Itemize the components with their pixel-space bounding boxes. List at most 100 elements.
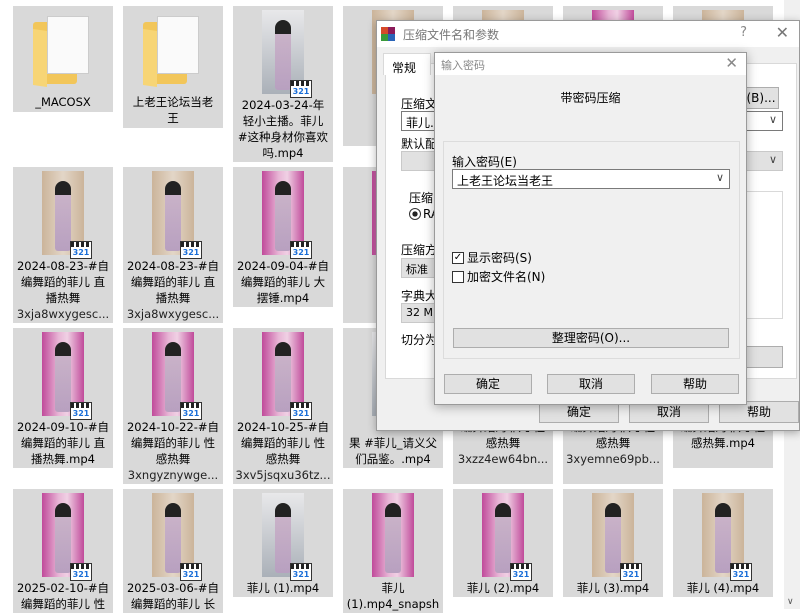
video-thumbnail: 321 xyxy=(262,332,312,420)
video-file-item[interactable]: 321 2025-02-10-#自 编舞蹈的菲儿 性 xyxy=(13,489,113,613)
password-help-button[interactable]: 帮助 xyxy=(651,374,739,394)
file-name-line: 菲儿 (3).mp4 xyxy=(576,581,650,595)
file-name-line: 2024-09-10-#自 xyxy=(16,420,110,434)
encrypt-filenames-label: 加密文件名(N) xyxy=(467,270,546,284)
dictionary-label: 字典大 xyxy=(401,289,438,303)
file-name-line: 上老王论坛当老 xyxy=(132,95,214,109)
file-name-line: 编舞蹈的菲儿 性 xyxy=(240,436,326,450)
file-name-line: 播热舞 xyxy=(155,291,191,305)
video-thumbnail: 321 xyxy=(152,171,202,259)
file-name-line: 轻小主播。菲儿 xyxy=(242,114,324,128)
file-name-line: 感热舞 xyxy=(485,436,521,450)
video-thumbnail: 321 xyxy=(702,493,752,581)
video-file-item[interactable]: 321 菲儿 (1).mp4 xyxy=(233,489,333,597)
file-name-line: _MACOSX xyxy=(35,95,91,109)
split-label: 切分为 xyxy=(401,333,438,347)
video-file-item[interactable]: 321 菲儿 (3).mp4 xyxy=(563,489,663,597)
close-icon[interactable]: ✕ xyxy=(725,54,738,72)
video-thumbnail: 321 xyxy=(262,493,312,581)
password-input[interactable]: 上老王论坛当老王 ∨ xyxy=(452,169,730,189)
file-name-line: 菲儿 xyxy=(381,581,405,595)
password-label: 输入密码(E) xyxy=(452,155,517,169)
folder-icon xyxy=(33,16,93,87)
video-file-item[interactable]: 321 2024-08-23-#自 编舞蹈的菲儿 直播热舞 3xja8wxygesc.… xyxy=(13,167,113,323)
encrypt-filenames-checkbox[interactable]: 加密文件名(N) xyxy=(452,268,545,285)
file-name-line: 2024-08-23-#自 xyxy=(126,259,220,273)
scroll-down-arrow[interactable]: ∨ xyxy=(787,597,794,607)
video-file-item[interactable]: 321 2024-10-25-#自 编舞蹈的菲儿 性感热舞 3xv5jsqxu36tz… xyxy=(233,328,333,484)
format-label: 压缩 xyxy=(409,191,434,205)
media-player-icon: 321 xyxy=(510,563,532,581)
password-cancel-button[interactable]: 取消 xyxy=(547,374,635,394)
file-name-line: 编舞蹈的菲儿 直 xyxy=(20,275,106,289)
file-name-line: 2024-08-23-#自 xyxy=(16,259,110,273)
media-player-icon: 321 xyxy=(70,563,92,581)
video-file-item[interactable]: 321 2024-03-24-年 轻小主播。菲儿 #这种身材你喜欢 吗.mp4 xyxy=(233,6,333,162)
media-player-icon: 321 xyxy=(180,563,202,581)
video-thumbnail: 321 xyxy=(152,493,202,581)
password-ok-button[interactable]: 确定 xyxy=(444,374,532,394)
folder-item[interactable]: _MACOSX xyxy=(13,6,113,112)
video-thumbnail: 321 xyxy=(152,332,202,420)
media-player-icon: 321 xyxy=(70,241,92,259)
folder-item[interactable]: 上老王论坛当老王 xyxy=(123,6,223,128)
file-name-line: 感热舞 xyxy=(595,436,631,450)
file-name-line: 2024-09-04-#自 xyxy=(236,259,330,273)
file-name-suffix: 3xzz4ew64bn... xyxy=(457,452,549,466)
video-file-item[interactable]: 321 菲儿 (4).mp4 xyxy=(673,489,773,597)
tab-general[interactable]: 常规 xyxy=(383,53,431,75)
file-name-suffix: 3xja8wxygesc... xyxy=(16,307,110,321)
media-player-icon: 321 xyxy=(290,563,312,581)
video-file-item[interactable]: 321 2025-03-06-#自 编舞蹈的菲儿 长 xyxy=(123,489,223,613)
file-name-line: 菲儿 (4).mp4 xyxy=(686,581,760,595)
browse-button[interactable]: (B)... xyxy=(743,87,779,109)
media-player-icon: 321 xyxy=(290,241,312,259)
file-name-line: 编舞蹈的菲儿 直 xyxy=(130,275,216,289)
file-name-line: 吗.mp4 xyxy=(262,146,304,160)
video-file-item[interactable]: 菲儿 (1).mp4_snapsh xyxy=(343,489,443,613)
close-icon[interactable]: ✕ xyxy=(776,23,789,42)
file-name-line: 2024-10-22-#自 xyxy=(126,420,220,434)
chevron-down-icon[interactable]: ∨ xyxy=(716,171,724,184)
media-player-icon: 321 xyxy=(180,402,202,420)
video-file-item[interactable]: 321 2024-08-23-#自 编舞蹈的菲儿 直播热舞 3xja8wxygesc.… xyxy=(123,167,223,323)
video-file-item[interactable]: 321 2024-09-10-#自 编舞蹈的菲儿 直播热舞.mp4 xyxy=(13,328,113,468)
folder-icon xyxy=(143,16,203,87)
file-name-line: 2025-03-06-#自 xyxy=(126,581,220,595)
file-name-line: 菲儿 (1).mp4 xyxy=(246,581,320,595)
chevron-down-icon[interactable]: ∨ xyxy=(769,113,777,126)
video-thumbnail: 321 xyxy=(262,171,312,259)
media-player-icon: 321 xyxy=(70,402,92,420)
video-file-item[interactable]: 321 2024-09-04-#自 编舞蹈的菲儿 大摆锤.mp4 xyxy=(233,167,333,307)
file-name-suffix: 3xyemne69pb... xyxy=(566,452,660,466)
file-name-line: 2024-10-25-#自 xyxy=(236,420,330,434)
show-password-checkbox[interactable]: ✓ 显示密码(S) xyxy=(452,249,532,266)
password-heading: 带密码压缩 xyxy=(560,91,621,105)
video-thumbnail xyxy=(372,493,414,577)
file-name-line: 感热舞 xyxy=(265,452,301,466)
media-player-icon: 321 xyxy=(290,80,312,98)
file-name-line: 2025-02-10-#自 xyxy=(16,581,110,595)
file-name-line: 编舞蹈的菲儿 性 xyxy=(20,597,106,611)
file-name-line: 摆锤.mp4 xyxy=(256,291,310,305)
file-name-line: 感热舞.mp4 xyxy=(691,436,755,450)
file-name-line: 果 #菲儿_请义父 xyxy=(348,436,438,450)
file-name-line: 编舞蹈的菲儿 大 xyxy=(240,275,326,289)
video-thumbnail: 321 xyxy=(482,493,532,581)
video-file-item[interactable]: 321 菲儿 (2).mp4 xyxy=(453,489,553,597)
dialog-title-bar: 压缩文件名和参数 xyxy=(377,21,799,47)
password-dialog: 输入密码 ✕ 带密码压缩 输入密码(E) 上老王论坛当老王 ∨ ✓ 显示密码(S) … xyxy=(434,52,747,405)
video-thumbnail: 321 xyxy=(42,332,92,420)
video-file-item[interactable]: 321 2024-10-22-#自 编舞蹈的菲儿 性感热舞 3xngyznywge..… xyxy=(123,328,223,484)
organize-passwords-button[interactable]: 整理密码(O)... xyxy=(453,328,729,348)
checkbox-unchecked-icon xyxy=(452,270,464,283)
file-name-line: 感热舞 xyxy=(155,452,191,466)
video-thumbnail: 321 xyxy=(42,493,92,581)
file-name-line: 播热舞.mp4 xyxy=(31,452,95,466)
file-name-line: 王 xyxy=(167,111,179,125)
file-name-suffix: 3xv5jsqxu36tz... xyxy=(235,468,331,482)
video-thumbnail: 321 xyxy=(592,493,642,581)
file-name-line: (1).mp4_snapsh xyxy=(346,597,440,611)
winrar-icon xyxy=(381,27,395,41)
help-icon[interactable]: ? xyxy=(740,25,747,40)
